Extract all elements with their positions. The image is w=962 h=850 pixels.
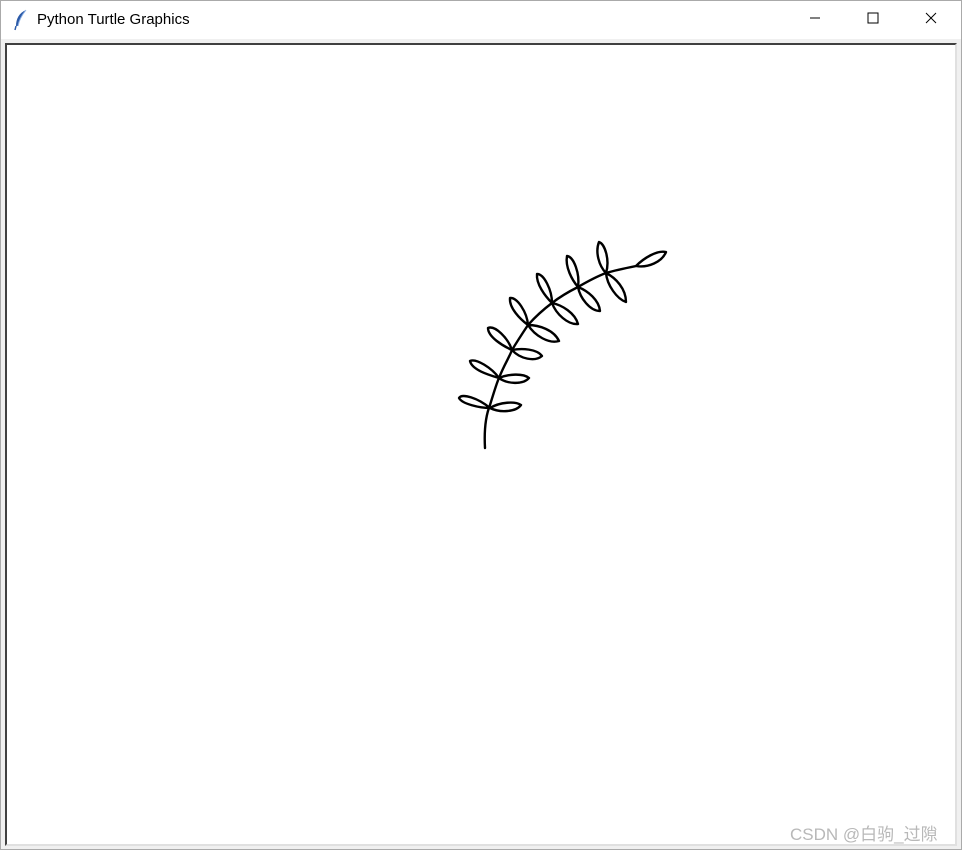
leaf [576,285,602,313]
leaf [508,296,530,327]
leaf [535,272,554,305]
csdn-watermark: CSDN @白驹_过隙 [790,825,938,844]
leaf [596,240,609,275]
leaf [488,401,523,413]
turtle-drawing [457,240,668,450]
leaf [604,271,628,304]
leaf [497,373,531,385]
leaf [550,301,580,326]
leaf [468,359,501,380]
leaf [510,347,544,361]
leaf [565,254,580,289]
leaf [634,250,668,268]
leaf [526,323,561,343]
leaf [486,326,514,352]
leaf [457,394,492,410]
